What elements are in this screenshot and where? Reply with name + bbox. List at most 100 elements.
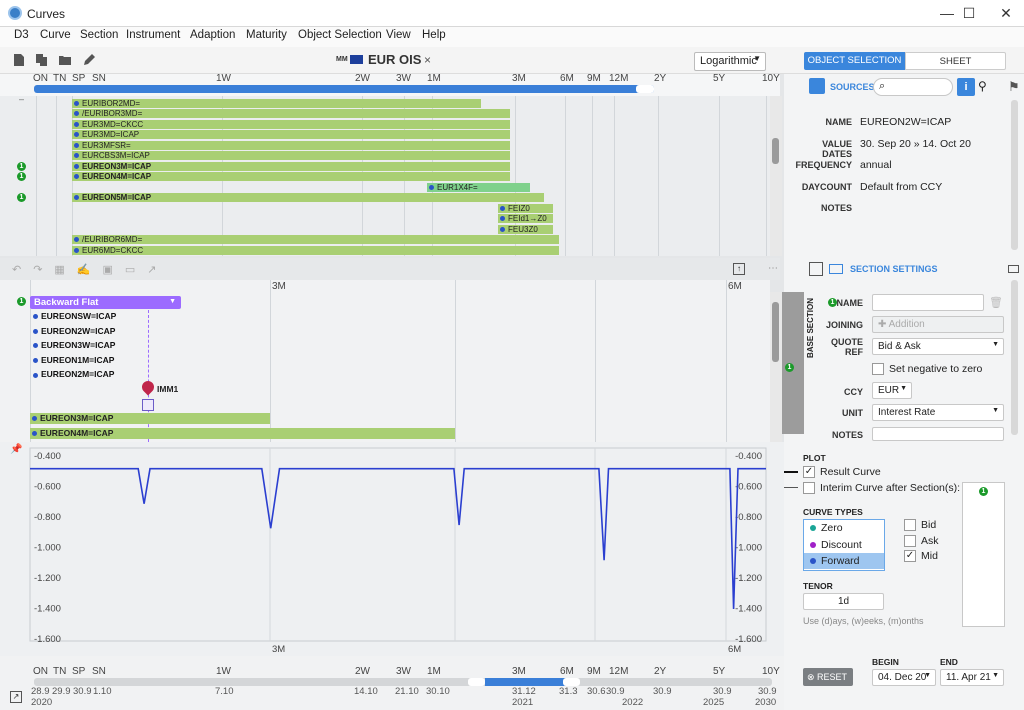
copy-icon[interactable] [35,53,49,67]
curve-type-dot [810,525,816,532]
close-button[interactable]: ✕ [983,0,1024,27]
instrument-bar[interactable]: EUREON4M=ICAP [72,172,510,181]
instrument-bar[interactable]: EURCBS3M=ICAP [72,151,510,160]
timeline-range-bar[interactable] [34,85,654,93]
sources-search-input[interactable]: ⌕ [873,78,953,96]
daycount-value: Default from CCY [860,181,943,193]
quote-ref-select[interactable]: Bid & Ask ▼ [872,338,1004,355]
bottom-year-label: 2022 [622,697,644,708]
settings-scrollbar[interactable] [1011,280,1018,435]
export-bottom-icon[interactable]: ↗ [10,691,22,703]
section-scroll-thumb[interactable] [772,302,779,362]
sources-scrollbar[interactable] [1011,100,1018,250]
mid-checkbox[interactable]: ✓ [904,550,916,562]
instrument-label: EUR3MD=CKCC [82,120,144,129]
menu-instrument[interactable]: Instrument [126,29,180,41]
menu-adaption[interactable]: Adaption [190,29,235,41]
bottom-range-left-handle[interactable] [468,678,485,686]
collapse-dash[interactable]: – [19,94,24,104]
menu-section[interactable]: Section [80,29,118,41]
value-dates-value: 30. Sep 20 » 14. Oct 20 [860,138,971,150]
instrument-label: EUREON4M=ICAP [82,172,152,181]
instrument-bar[interactable]: EUREON5M=ICAP [72,193,544,202]
instrument-bar[interactable]: EUR3MFSR= [72,141,510,150]
instrument-bar[interactable]: EUR6MD=CKCC [72,246,559,255]
instrument-bar[interactable]: EURIBOR2MD= [72,99,481,108]
plus-icon: ✚ [878,319,889,330]
bottom-tenor-label: 1M [427,666,441,677]
section-instrument[interactable]: EUREON3W=ICAP [33,340,115,350]
trash-icon[interactable]: 🗑 [989,296,1003,309]
tenor-input[interactable]: 1d [803,593,884,610]
instrument-scrollbar[interactable] [770,96,782,256]
bottom-range-selection[interactable] [485,678,568,686]
joining-select[interactable]: ✚ Addition [872,316,1004,333]
section-instrument[interactable]: EUREON2W=ICAP [33,326,115,336]
unit-select[interactable]: Interest Rate ▼ [872,404,1004,421]
more-icon[interactable]: ⋯ [768,263,778,274]
menu-maturity[interactable]: Maturity [246,29,287,41]
interim-section-list[interactable] [962,482,1005,627]
section-name-chip[interactable]: Backward Flat ▼ [30,296,181,309]
begin-value: 04. Dec 20 [878,672,927,683]
instrument-bar[interactable]: /EURIBOR3MD= [72,109,510,118]
instrument-bar[interactable]: EUR3MD=ICAP [72,130,510,139]
open-folder-icon[interactable] [58,53,72,67]
section-instrument[interactable]: EUREONSW=ICAP [33,311,116,321]
y-tick-right: -1.000 [735,543,762,554]
curve-type-label: Discount [821,538,862,551]
menu-help[interactable]: Help [422,29,446,41]
instrument-bar[interactable]: FEId1→Z0 [498,214,553,223]
interim-curve-checkbox[interactable] [803,482,815,494]
instrument-bar[interactable]: EUREON3M=ICAP [72,162,510,171]
tab-sheet[interactable]: SHEET [905,52,1006,70]
curve-type-discount[interactable]: Discount [804,537,884,553]
section-instrument[interactable]: EUREON1M=ICAP [33,355,114,365]
instrument-dot [74,195,79,201]
menu-curve[interactable]: Curve [40,29,71,41]
search-detail-icon[interactable]: ⚲ [978,79,987,93]
instrument-dot [74,248,79,254]
instrument-bar[interactable]: EUR1X4F= [427,183,530,192]
set-negative-checkbox[interactable] [872,363,884,375]
end-select[interactable]: 11. Apr 21 ▼ [940,669,1004,686]
ccy-select[interactable]: EUR ▼ [872,382,912,399]
bottom-range-right-handle[interactable] [563,678,580,686]
bid-checkbox[interactable] [904,519,916,531]
section-bar-4m[interactable]: EUREON4M=ICAP [30,428,455,439]
menu-object-selection[interactable]: Object Selection [298,29,382,41]
new-file-icon[interactable] [12,53,26,67]
notes-input[interactable] [872,427,1004,441]
timeline-range-handle[interactable] [636,85,654,93]
bottom-tenor-label: TN [53,666,67,677]
section-instrument[interactable]: EUREON2M=ICAP [33,369,114,379]
imm-box-icon[interactable] [142,399,154,411]
tab-object-selection[interactable]: OBJECT SELECTION [804,52,905,70]
info-icon[interactable]: i [957,78,975,96]
menu-d3[interactable]: D3 [14,29,29,41]
instrument-bar[interactable]: FEIZ0 [498,204,553,213]
instrument-bar[interactable]: FEU3Z0 [498,225,553,234]
document-close-icon[interactable]: × [424,53,431,67]
minimize-panel-icon[interactable] [1008,265,1019,273]
layout-icon[interactable] [809,262,823,276]
section-name-input[interactable] [872,294,984,311]
export-icon[interactable]: ↑ [733,263,745,275]
instrument-scroll-thumb[interactable] [772,138,779,164]
edit-pencil-icon[interactable] [82,53,96,67]
interim-curve-label: Interim Curve after Section(s): [820,482,961,494]
menu-view[interactable]: View [386,29,411,41]
base-section-strip [782,292,804,434]
section-toolbar-icons[interactable]: ↶↷▦✍▣▭↗ [12,263,169,276]
curve-type-forward[interactable]: Forward [804,553,884,569]
curve-type-zero[interactable]: Zero [804,520,884,536]
result-curve-checkbox[interactable]: ✓ [803,466,815,478]
instrument-bar[interactable]: /EURIBOR6MD= [72,235,559,244]
ask-checkbox[interactable] [904,535,916,547]
instrument-bar[interactable]: EUR3MD=CKCC [72,120,510,129]
reset-button[interactable]: ⊗ RESET [803,668,853,686]
map-pin-icon[interactable]: ⚑ [1008,79,1020,95]
section-bar-3m[interactable]: EUREON3M=ICAP [30,413,270,424]
scale-select[interactable]: Logarithmic ▼ [694,52,766,71]
begin-select[interactable]: 04. Dec 20 ▼ [872,669,936,686]
